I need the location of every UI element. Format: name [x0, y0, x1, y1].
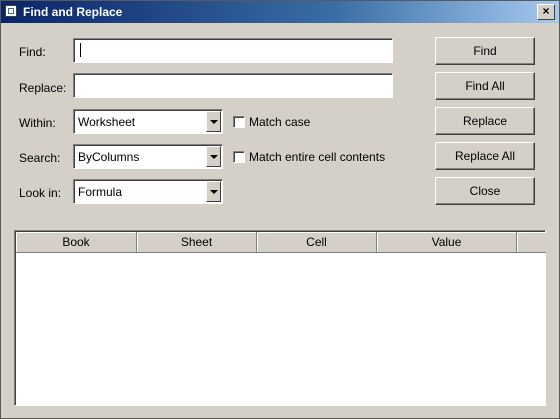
- find-all-button[interactable]: Find All: [435, 72, 535, 100]
- results-grid[interactable]: Book Sheet Cell Value: [14, 230, 546, 406]
- dropdown-arrow-icon[interactable]: [206, 181, 221, 202]
- look-in-selected-value: Formula: [78, 185, 123, 199]
- search-dropdown[interactable]: ByColumns: [73, 144, 223, 169]
- look-in-dropdown[interactable]: Formula: [73, 179, 223, 204]
- text-caret: [80, 43, 81, 57]
- results-grid-header: Book Sheet Cell Value: [16, 232, 546, 253]
- window-icon: [5, 5, 17, 17]
- column-header-value[interactable]: Value: [377, 232, 517, 252]
- replace-label: Replace:: [19, 81, 67, 95]
- close-button[interactable]: Close: [435, 177, 535, 205]
- match-case-label: Match case: [249, 115, 311, 129]
- column-header-book[interactable]: Book: [16, 232, 137, 252]
- look-in-label: Look in:: [19, 186, 62, 200]
- within-dropdown[interactable]: Worksheet: [73, 109, 223, 134]
- checkbox-icon[interactable]: [233, 116, 245, 128]
- find-button[interactable]: Find: [435, 37, 535, 65]
- find-input[interactable]: [73, 38, 393, 63]
- search-label: Search:: [19, 151, 61, 165]
- close-window-button[interactable]: ×: [537, 4, 555, 20]
- title-bar[interactable]: Find and Replace ×: [1, 1, 559, 23]
- find-label: Find:: [19, 45, 46, 59]
- dropdown-arrow-icon[interactable]: [206, 146, 221, 167]
- checkbox-icon[interactable]: [233, 151, 245, 163]
- column-header-sheet[interactable]: Sheet: [137, 232, 257, 252]
- column-header-cell[interactable]: Cell: [257, 232, 377, 252]
- replace-button[interactable]: Replace: [435, 107, 535, 135]
- find-replace-dialog: Find and Replace × Find: Replace: Within…: [0, 0, 560, 419]
- dropdown-arrow-icon[interactable]: [206, 111, 221, 132]
- replace-input[interactable]: [73, 73, 393, 98]
- replace-all-button[interactable]: Replace All: [435, 142, 535, 170]
- within-selected-value: Worksheet: [78, 115, 136, 129]
- within-label: Within:: [19, 116, 56, 130]
- window-title: Find and Replace: [23, 5, 123, 19]
- column-header-filler: [517, 232, 546, 252]
- match-entire-cell-label: Match entire cell contents: [249, 150, 386, 164]
- search-selected-value: ByColumns: [78, 150, 140, 164]
